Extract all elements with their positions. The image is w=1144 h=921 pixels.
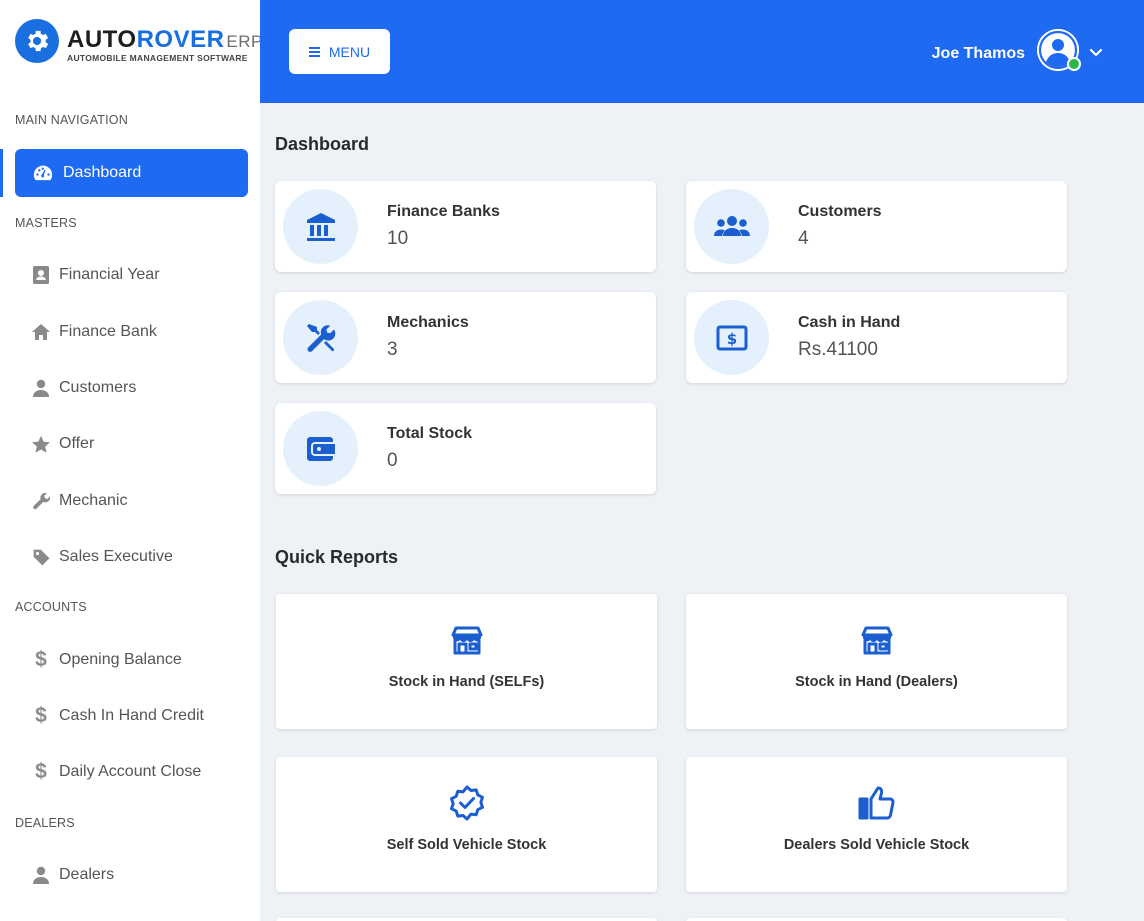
sidebar-item-label: Sales Executive: [59, 548, 173, 565]
stat-card-finance-banks[interactable]: Finance Banks 10: [275, 181, 656, 272]
section-main-navigation: MAIN NAVIGATION: [15, 113, 128, 127]
hamburger-icon: [308, 46, 320, 57]
sidebar-item-label: Dashboard: [63, 164, 142, 181]
sidebar-item-financial-year[interactable]: Financial Year: [15, 251, 248, 299]
stat-card-cash-in-hand[interactable]: $ Cash in Hand Rs.41100: [686, 292, 1067, 383]
active-indicator: [0, 149, 3, 197]
online-status-dot: [1067, 57, 1081, 71]
sidebar-item-cash-in-hand-credit[interactable]: $ Cash In Hand Credit: [15, 692, 248, 740]
speedometer-icon: [31, 161, 55, 185]
stat-label: Mechanics: [387, 314, 469, 331]
money-icon: $: [694, 300, 769, 375]
contact-card-icon: [29, 263, 53, 287]
report-stock-in-hand-selfs[interactable]: Stock in Hand (SELFs): [276, 594, 657, 729]
verified-badge-icon: [447, 783, 487, 823]
quick-reports-title: Quick Reports: [275, 547, 399, 567]
stat-value: 10: [387, 228, 409, 249]
stat-label: Total Stock: [387, 425, 473, 442]
sidebar-item-label: Dealers: [59, 866, 115, 883]
report-dealers-sold-vehicle-stock[interactable]: Dealers Sold Vehicle Stock: [686, 757, 1067, 892]
report-label: Self Sold Vehicle Stock: [386, 837, 547, 853]
page-title: Dashboard: [275, 134, 370, 154]
chevron-down-icon[interactable]: [1088, 44, 1104, 60]
stat-card-total-stock[interactable]: Total Stock 0: [275, 403, 656, 494]
sidebar-item-label: Customers: [59, 379, 137, 396]
wrench-icon: [29, 489, 53, 513]
dollar-icon: $: [35, 648, 47, 671]
sidebar-item-dealers[interactable]: Dealers: [15, 851, 248, 899]
user-avatar[interactable]: [1037, 29, 1081, 71]
stat-value: 4: [798, 228, 809, 249]
sidebar-item-sales-executive[interactable]: Sales Executive: [15, 533, 248, 581]
stat-value: Rs.41100: [798, 339, 878, 360]
section-dealers: DEALERS: [15, 816, 75, 830]
tools-icon: [283, 300, 358, 375]
home-icon: [29, 320, 53, 344]
brand-auto: AUTO: [67, 26, 137, 53]
sidebar-item-label: Mechanic: [59, 492, 128, 509]
dollar-icon: $: [35, 704, 47, 727]
tag-icon: [29, 545, 53, 569]
report-label: Stock in Hand (SELFs): [388, 674, 545, 690]
sidebar-item-opening-balance[interactable]: $ Opening Balance: [15, 636, 248, 684]
users-icon: [694, 189, 769, 264]
stat-label: Finance Banks: [387, 203, 500, 220]
report-label: Stock in Hand (Dealers): [795, 674, 958, 690]
user-name[interactable]: Joe Thamos: [932, 45, 1025, 63]
svg-text:$: $: [726, 330, 736, 348]
star-icon: [29, 432, 53, 456]
brand-subtitle: AUTOMOBILE MANAGEMENT SOFTWARE: [67, 53, 248, 63]
sidebar-item-finance-bank[interactable]: Finance Bank: [15, 308, 248, 356]
store-icon: [857, 620, 897, 660]
sidebar-item-daily-account-close[interactable]: $ Daily Account Close: [15, 748, 248, 796]
brand-erp: ERP: [226, 32, 260, 51]
stat-card-mechanics[interactable]: Mechanics 3: [275, 292, 656, 383]
report-stock-in-hand-dealers[interactable]: Stock in Hand (Dealers): [686, 594, 1067, 729]
sidebar-item-dashboard[interactable]: Dashboard: [15, 149, 248, 197]
stat-value: 0: [387, 450, 398, 471]
sidebar-item-label: Daily Account Close: [59, 763, 202, 780]
report-label: Dealers Sold Vehicle Stock: [783, 837, 970, 853]
sidebar-item-label: Offer: [59, 435, 95, 452]
wallet-icon: [283, 411, 358, 486]
stat-label: Customers: [798, 203, 882, 220]
brand-rover: ROVER: [136, 26, 225, 53]
report-self-sold-vehicle-stock[interactable]: Self Sold Vehicle Stock: [276, 757, 657, 892]
menu-button[interactable]: MENU: [289, 29, 390, 74]
sidebar-item-mechanic[interactable]: Mechanic: [15, 477, 248, 525]
stat-card-customers[interactable]: Customers 4: [686, 181, 1067, 272]
dollar-icon: $: [35, 760, 47, 783]
user-icon: [29, 863, 53, 887]
thumbs-up-icon: [857, 783, 897, 823]
sidebar: AUTOROVER ERP AUTOMOBILE MANAGEMENT SOFTW…: [0, 0, 260, 921]
sidebar-item-customers[interactable]: Customers: [15, 364, 248, 412]
section-accounts: ACCOUNTS: [15, 600, 87, 614]
gear-icon: [15, 19, 59, 63]
sidebar-item-label: Opening Balance: [59, 651, 182, 668]
sidebar-item-label: Financial Year: [59, 266, 160, 283]
stat-value: 3: [387, 339, 398, 360]
section-masters: MASTERS: [15, 216, 77, 230]
brand-logo[interactable]: AUTOROVER ERP AUTOMOBILE MANAGEMENT SOFTW…: [15, 19, 260, 65]
user-icon: [29, 376, 53, 400]
brand-name: AUTOROVER ERP: [67, 27, 260, 55]
sidebar-item-label: Cash In Hand Credit: [59, 707, 204, 724]
stat-label: Cash in Hand: [798, 314, 901, 331]
sidebar-item-offer[interactable]: Offer: [15, 420, 248, 468]
store-icon: [447, 620, 487, 660]
sidebar-item-label: Finance Bank: [59, 323, 157, 340]
bank-icon: [283, 189, 358, 264]
top-header: MENU Joe Thamos: [260, 0, 1144, 103]
menu-label: MENU: [328, 43, 371, 60]
